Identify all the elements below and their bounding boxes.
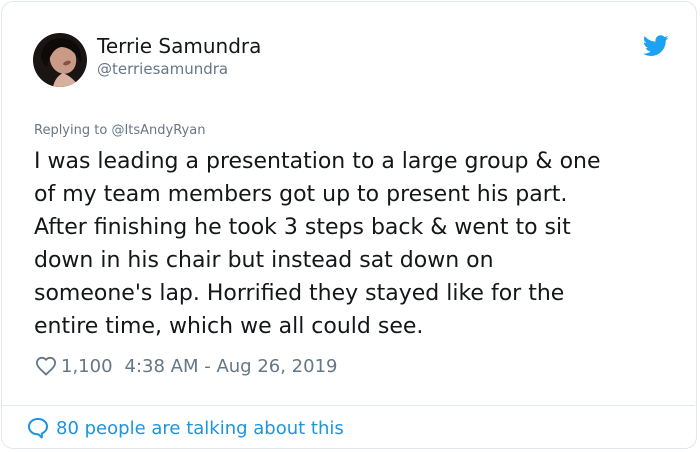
like-button[interactable]: 1,100 [35, 356, 113, 377]
speech-bubble-icon [28, 418, 48, 439]
avatar-photo [33, 33, 87, 87]
tweet-text-line: down in his chair but instead sat down o… [34, 248, 494, 273]
divider [3, 405, 695, 406]
author-name[interactable]: Terrie Samundra [97, 34, 261, 58]
reply-mention-link[interactable]: @ItsAndyRyan [111, 123, 205, 138]
tweet-text-line: I was leading a presentation to a large … [34, 149, 601, 174]
replying-prefix: Replying to [34, 123, 112, 138]
tweet-text: I was leading a presentation to a large … [34, 145, 674, 343]
tweet-text-line: of my team members got up to present his… [34, 182, 568, 207]
like-count: 1,100 [61, 355, 113, 377]
tweet-meta: 1,100 4:38 AM - Aug 26, 2019 [35, 352, 337, 380]
tweet-text-line: After finishing he took 3 steps back & w… [34, 215, 571, 240]
tweet-timestamp[interactable]: 4:38 AM - Aug 26, 2019 [125, 356, 338, 377]
heart-outline-icon [35, 356, 57, 376]
avatar[interactable] [33, 33, 87, 87]
conversation-link[interactable]: 80 people are talking about this [26, 416, 344, 440]
tweet-text-line: entire time, which we all could see. [34, 314, 424, 339]
tweet-text-line: someone's lap. Horrified they stayed lik… [34, 281, 565, 306]
tweet-card: Terrie Samundra @terriesamundra Replying… [1, 1, 697, 449]
twitter-bird-icon[interactable] [642, 35, 669, 57]
replying-to: Replying to @ItsAndyRyan [34, 123, 205, 138]
talking-label: 80 people are talking about this [56, 417, 344, 439]
author-handle[interactable]: @terriesamundra [97, 60, 228, 78]
